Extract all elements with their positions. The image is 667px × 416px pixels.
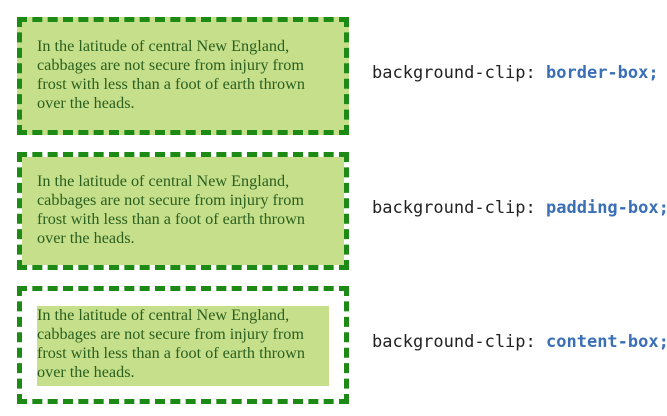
border-box-example: In the latitude of central New England, …	[0, 17, 667, 135]
padding-box-example: In the latitude of central New England, …	[0, 152, 667, 270]
css-property: background-clip:	[372, 198, 536, 218]
css-property: background-clip:	[372, 63, 536, 83]
demo-paragraph: In the latitude of central New England, …	[37, 172, 305, 247]
border-box-demo-box: In the latitude of central New England, …	[17, 17, 349, 135]
css-value: padding-box;	[546, 198, 667, 218]
css-property: background-clip:	[372, 332, 536, 352]
css-value: border-box;	[546, 63, 659, 83]
content-box-code-label: background-clip: content-box;	[372, 330, 667, 354]
padding-box-demo-box: In the latitude of central New England, …	[17, 152, 349, 270]
padding-box-code-label: background-clip: padding-box;	[372, 196, 667, 220]
border-box-code-label: background-clip: border-box;	[372, 61, 659, 85]
demo-paragraph: In the latitude of central New England, …	[37, 37, 305, 112]
content-box-demo-box: In the latitude of central New England, …	[17, 286, 349, 404]
content-box-example: In the latitude of central New England, …	[0, 286, 667, 404]
css-value: content-box;	[546, 332, 667, 352]
demo-paragraph: In the latitude of central New England, …	[37, 306, 305, 381]
